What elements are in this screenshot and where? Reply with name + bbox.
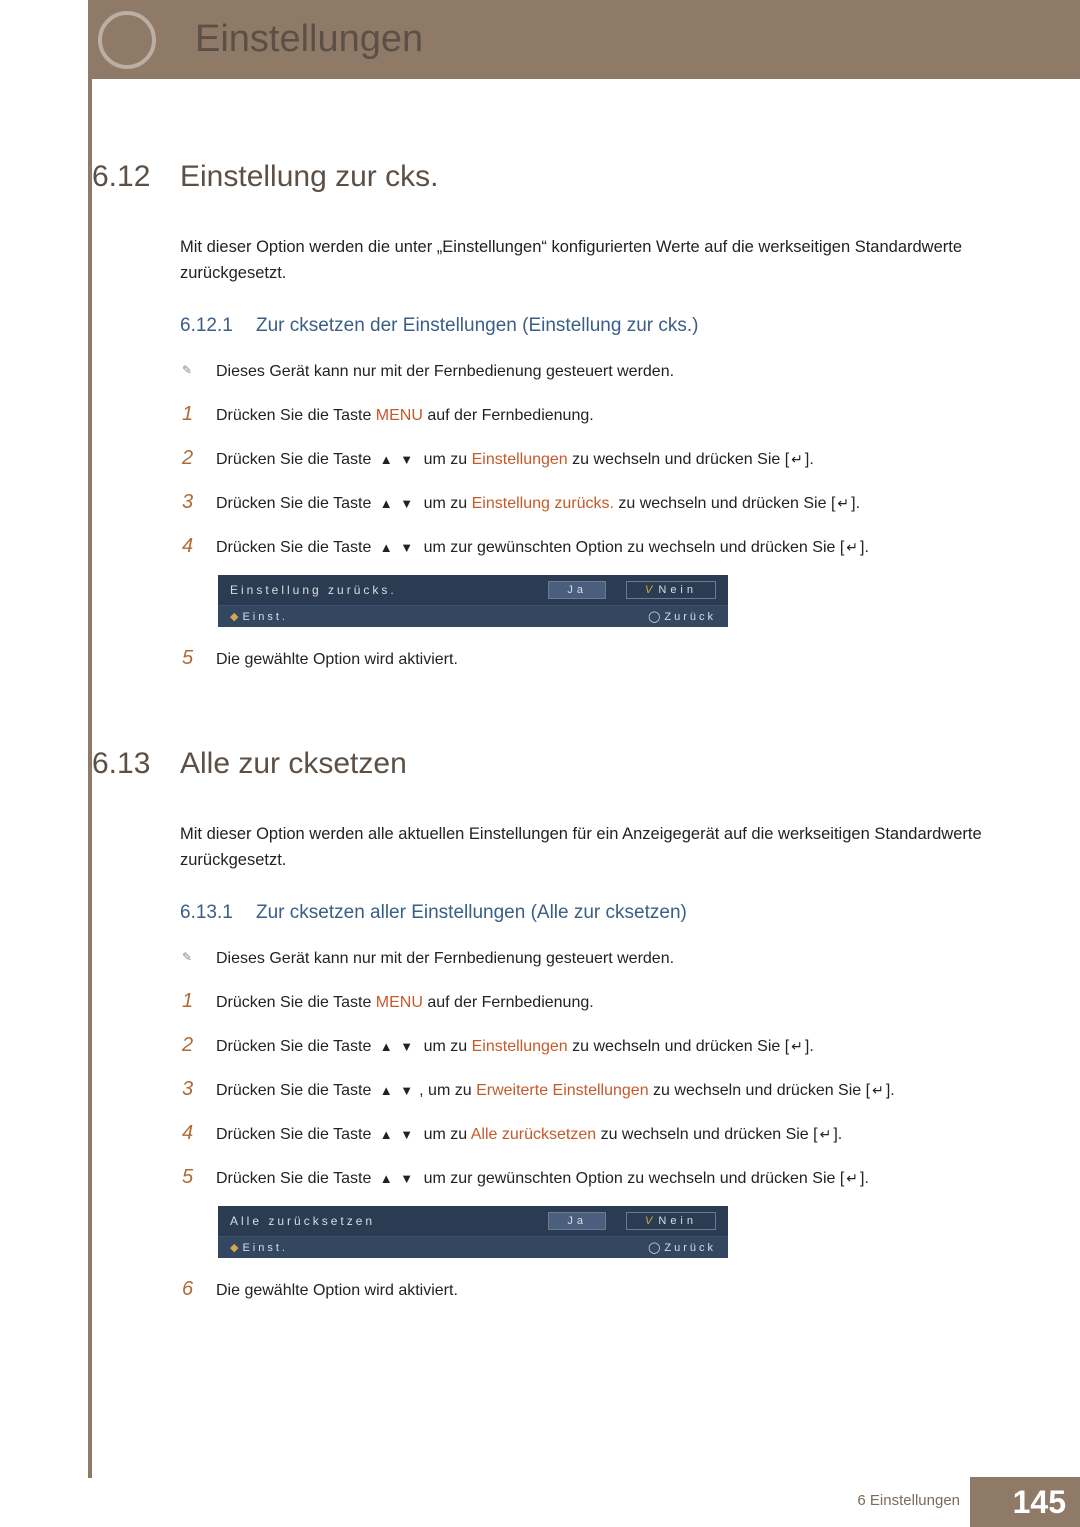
osd-dialog-reset-all: Alle zurücksetzen Ja VNein ◆ Einst. ◯ Zurü… bbox=[218, 1206, 728, 1258]
bullet-icon: ◆ bbox=[230, 611, 238, 623]
step-number: 4 bbox=[182, 531, 198, 561]
enter-icon: ↵ bbox=[789, 451, 805, 467]
step-number: 5 bbox=[182, 643, 198, 673]
step-text: Drücken Sie die Taste ▲ ▼ um zu Einstell… bbox=[216, 448, 1000, 472]
osd-dialog-reset-settings: Einstellung zurücks. Ja VNein ◆ Einst. ◯ Z… bbox=[218, 575, 728, 627]
chapter-number-icon bbox=[92, 0, 162, 79]
osd-button-yes[interactable]: Ja bbox=[548, 1212, 606, 1230]
section-number: 6.13 bbox=[92, 747, 162, 781]
bullet-icon: ◆ bbox=[230, 1242, 238, 1254]
step-number: 1 bbox=[182, 399, 198, 429]
step-text: Drücken Sie die Taste ▲ ▼ um zu Alle zur… bbox=[216, 1123, 1000, 1147]
subsection-number: 6.12.1 bbox=[180, 315, 240, 337]
section-intro: Mit dieser Option werden die unter „Eins… bbox=[180, 234, 1000, 287]
ring-icon: ◯ bbox=[648, 1242, 660, 1254]
osd-hint-back: Zurück bbox=[664, 611, 716, 623]
up-down-icon: ▲ ▼ bbox=[376, 1125, 419, 1145]
section-title: Einstellung zur cks. bbox=[180, 160, 438, 194]
check-icon: V bbox=[645, 1215, 652, 1227]
up-down-icon: ▲ ▼ bbox=[376, 1169, 419, 1189]
section-title: Alle zur cksetzen bbox=[180, 747, 407, 781]
chapter-title: Einstellungen bbox=[195, 18, 423, 61]
step-text: Drücken Sie die Taste ▲ ▼ um zur gewünsc… bbox=[216, 1167, 1000, 1191]
section-heading-6-13: 6.13 Alle zur cksetzen bbox=[92, 747, 1000, 781]
note-text: Dieses Gerät kann nur mit der Fernbedien… bbox=[216, 950, 674, 968]
osd-title: Einstellung zurücks. bbox=[230, 583, 528, 597]
step-text: Die gewählte Option wird aktiviert. bbox=[216, 1279, 1000, 1303]
section-intro: Mit dieser Option werden alle aktuellen … bbox=[180, 821, 1000, 874]
osd-hint-set: Einst. bbox=[242, 1242, 288, 1254]
step-2: 2 Drücken Sie die Taste ▲ ▼ um zu Einste… bbox=[182, 443, 1000, 473]
section-heading-6-12: 6.12 Einstellung zur cks. bbox=[92, 160, 1000, 194]
osd-title: Alle zurücksetzen bbox=[230, 1214, 528, 1228]
up-down-icon: ▲ ▼ bbox=[376, 1037, 419, 1057]
step-text: Drücken Sie die Taste ▲ ▼ um zu Einstell… bbox=[216, 492, 1000, 516]
up-down-icon: ▲ ▼ bbox=[376, 1081, 419, 1101]
osd-hint-back: Zurück bbox=[664, 1242, 716, 1254]
step-number: 3 bbox=[182, 1074, 198, 1104]
step-number: 3 bbox=[182, 487, 198, 517]
up-down-icon: ▲ ▼ bbox=[376, 450, 419, 470]
step-5: 5 Die gewählte Option wird aktiviert. bbox=[182, 643, 1000, 673]
step-number: 2 bbox=[182, 443, 198, 473]
step-number: 4 bbox=[182, 1118, 198, 1148]
subsection-heading-6-12-1: 6.12.1 Zur cksetzen der Einstellungen (E… bbox=[180, 315, 1000, 337]
enter-icon: ↵ bbox=[870, 1082, 886, 1098]
step-number: 6 bbox=[182, 1274, 198, 1304]
enter-icon: ↵ bbox=[844, 539, 860, 555]
subsection-heading-6-13-1: 6.13.1 Zur cksetzen aller Einstellungen … bbox=[180, 902, 1000, 924]
osd-hint-set: Einst. bbox=[242, 611, 288, 623]
step-5: 5 Drücken Sie die Taste ▲ ▼ um zur gewün… bbox=[182, 1162, 1000, 1192]
subsection-number: 6.13.1 bbox=[180, 902, 240, 924]
step-text: Die gewählte Option wird aktiviert. bbox=[216, 648, 1000, 672]
section-number: 6.12 bbox=[92, 160, 162, 194]
page-number: 145 bbox=[1013, 1484, 1066, 1521]
up-down-icon: ▲ ▼ bbox=[376, 538, 419, 558]
step-4: 4 Drücken Sie die Taste ▲ ▼ um zur gewün… bbox=[182, 531, 1000, 561]
step-2: 2 Drücken Sie die Taste ▲ ▼ um zu Einste… bbox=[182, 1030, 1000, 1060]
note-icon: ✎ bbox=[182, 950, 198, 968]
step-4: 4 Drücken Sie die Taste ▲ ▼ um zu Alle z… bbox=[182, 1118, 1000, 1148]
step-text: Drücken Sie die Taste ▲ ▼, um zu Erweite… bbox=[216, 1079, 1000, 1103]
subsection-title: Zur cksetzen der Einstellungen (Einstell… bbox=[256, 315, 698, 337]
page-content: 6.12 Einstellung zur cks. Mit dieser Opt… bbox=[92, 160, 1000, 1318]
enter-icon: ↵ bbox=[835, 495, 851, 511]
step-text: Drücken Sie die Taste ▲ ▼ um zu Einstell… bbox=[216, 1035, 1000, 1059]
step-number: 2 bbox=[182, 1030, 198, 1060]
note-text: Dieses Gerät kann nur mit der Fernbedien… bbox=[216, 363, 674, 381]
step-6: 6 Die gewählte Option wird aktiviert. bbox=[182, 1274, 1000, 1304]
step-3: 3 Drücken Sie die Taste ▲ ▼, um zu Erwei… bbox=[182, 1074, 1000, 1104]
remote-note: ✎ Dieses Gerät kann nur mit der Fernbedi… bbox=[182, 950, 1000, 968]
step-3: 3 Drücken Sie die Taste ▲ ▼ um zu Einste… bbox=[182, 487, 1000, 517]
step-number: 5 bbox=[182, 1162, 198, 1192]
step-1: 1 Drücken Sie die Taste MENU auf der Fer… bbox=[182, 399, 1000, 429]
step-1: 1 Drücken Sie die Taste MENU auf der Fer… bbox=[182, 986, 1000, 1016]
up-down-icon: ▲ ▼ bbox=[376, 494, 419, 514]
remote-note: ✎ Dieses Gerät kann nur mit der Fernbedi… bbox=[182, 363, 1000, 381]
step-text: Drücken Sie die Taste MENU auf der Fernb… bbox=[216, 991, 1000, 1015]
step-text: Drücken Sie die Taste ▲ ▼ um zur gewünsc… bbox=[216, 536, 1000, 560]
osd-button-yes[interactable]: Ja bbox=[548, 581, 606, 599]
osd-button-no[interactable]: VNein bbox=[626, 581, 716, 599]
enter-icon: ↵ bbox=[844, 1170, 860, 1186]
footer-chapter-label: 6 Einstellungen bbox=[857, 1492, 960, 1509]
check-icon: V bbox=[645, 584, 652, 596]
step-number: 1 bbox=[182, 986, 198, 1016]
note-icon: ✎ bbox=[182, 363, 198, 381]
subsection-title: Zur cksetzen aller Einstellungen (Alle z… bbox=[256, 902, 687, 924]
step-text: Drücken Sie die Taste MENU auf der Fernb… bbox=[216, 404, 1000, 428]
osd-button-no[interactable]: VNein bbox=[626, 1212, 716, 1230]
enter-icon: ↵ bbox=[818, 1126, 834, 1142]
ring-icon: ◯ bbox=[648, 611, 660, 623]
enter-icon: ↵ bbox=[789, 1038, 805, 1054]
